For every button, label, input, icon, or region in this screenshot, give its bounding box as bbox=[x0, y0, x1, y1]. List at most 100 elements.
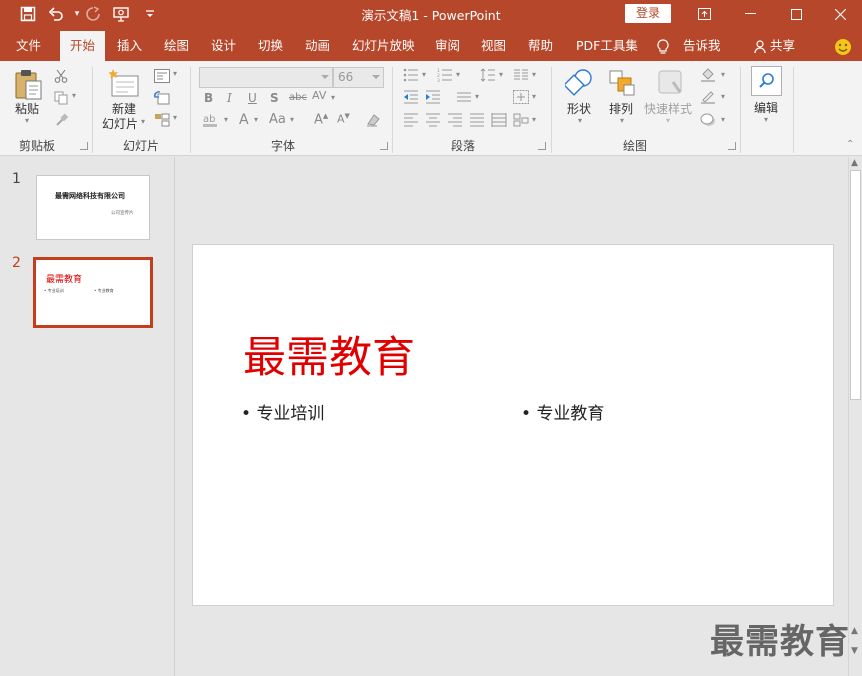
maximize-icon[interactable] bbox=[773, 0, 819, 28]
character-spacing-dropdown-icon[interactable]: ▾ bbox=[331, 93, 335, 102]
customize-icon[interactable] bbox=[139, 3, 161, 25]
ribbon-display-options-icon[interactable] bbox=[681, 0, 727, 28]
quick-styles-icon[interactable] bbox=[655, 67, 687, 99]
editing-label[interactable]: 编辑 bbox=[754, 99, 778, 116]
clear-all-formatting-icon[interactable] bbox=[363, 111, 383, 129]
clipboard-launcher-icon[interactable]: ↘ bbox=[80, 142, 88, 150]
layout-icon[interactable] bbox=[152, 67, 172, 85]
smiley-feedback-icon[interactable] bbox=[832, 31, 854, 61]
paste-icon[interactable] bbox=[12, 67, 44, 101]
tab-file[interactable]: 文件 bbox=[14, 31, 43, 61]
line-spacing-icon[interactable] bbox=[479, 67, 497, 83]
shapes-dropdown-icon[interactable]: ▾ bbox=[578, 116, 582, 125]
shape-effects-icon[interactable] bbox=[699, 112, 717, 128]
increase-indent-icon[interactable] bbox=[424, 89, 442, 105]
cut-icon[interactable] bbox=[52, 67, 70, 85]
start-from-beginning-icon[interactable] bbox=[111, 3, 133, 25]
shapes-label[interactable]: 形状 bbox=[567, 100, 591, 117]
distributed-icon[interactable] bbox=[490, 112, 508, 128]
numbering-dropdown-icon[interactable]: ▾ bbox=[456, 70, 460, 79]
tab-slideshow[interactable]: 幻灯片放映 bbox=[350, 31, 417, 61]
format-painter-icon[interactable] bbox=[52, 111, 70, 129]
scroll-next-slide-icon[interactable]: ▼ bbox=[851, 646, 858, 656]
tell-me-search[interactable]: 告诉我 bbox=[681, 31, 723, 61]
tab-animations[interactable]: 动画 bbox=[303, 31, 332, 61]
tab-transitions[interactable]: 切换 bbox=[256, 31, 285, 61]
section-icon[interactable] bbox=[152, 111, 172, 129]
new-slide-dropdown-icon[interactable]: ▾ bbox=[141, 117, 145, 126]
find-search-icon[interactable] bbox=[751, 66, 782, 96]
arrange-icon[interactable] bbox=[606, 67, 638, 99]
scrollbar-thumb[interactable] bbox=[850, 170, 861, 400]
tab-insert[interactable]: 插入 bbox=[115, 31, 144, 61]
tab-home[interactable]: 开始 bbox=[60, 31, 106, 61]
smartart-dropdown-icon[interactable]: ▾ bbox=[532, 115, 536, 124]
underline-icon[interactable]: U bbox=[248, 91, 257, 105]
font-launcher-icon[interactable]: ↘ bbox=[380, 142, 388, 150]
paste-dropdown-icon[interactable]: ▾ bbox=[25, 116, 29, 125]
share-button[interactable]: 共享 bbox=[768, 31, 797, 61]
editing-dropdown-icon[interactable]: ▾ bbox=[764, 115, 768, 124]
tab-review[interactable]: 审阅 bbox=[433, 31, 462, 61]
paragraph-launcher-icon[interactable]: ↘ bbox=[538, 142, 546, 150]
shape-outline-dropdown-icon[interactable]: ▾ bbox=[721, 92, 725, 101]
decrease-font-size-icon[interactable]: A▼ bbox=[337, 112, 350, 126]
italic-icon[interactable]: I bbox=[227, 91, 232, 105]
shapes-icon[interactable] bbox=[564, 67, 596, 99]
align-left-icon[interactable] bbox=[402, 112, 420, 128]
layout-dropdown-icon[interactable]: ▾ bbox=[173, 69, 177, 78]
text-direction-icon[interactable] bbox=[455, 89, 473, 105]
arrange-label[interactable]: 排列 bbox=[609, 100, 633, 117]
columns-dropdown-icon[interactable]: ▾ bbox=[532, 70, 536, 79]
character-spacing-icon[interactable]: AV bbox=[312, 89, 326, 102]
quick-styles-label[interactable]: 快速样式 bbox=[644, 100, 692, 117]
minimize-icon[interactable] bbox=[727, 0, 773, 28]
bold-icon[interactable]: B bbox=[204, 91, 213, 105]
text-direction-dropdown-icon[interactable]: ▾ bbox=[475, 92, 479, 101]
shape-outline-icon[interactable] bbox=[699, 89, 717, 105]
slide-canvas[interactable]: 最需教育 • 专业培训 • 专业教育 bbox=[192, 244, 834, 606]
scroll-prev-slide-icon[interactable]: ▲ bbox=[851, 626, 858, 636]
copy-icon[interactable] bbox=[52, 89, 70, 107]
collapse-ribbon-icon[interactable]: ⌃ bbox=[846, 139, 854, 150]
clear-formatting-dropdown-icon[interactable]: ▾ bbox=[224, 115, 228, 124]
slide-bullet-2[interactable]: • 专业教育 bbox=[521, 399, 604, 424]
undo-icon[interactable] bbox=[45, 3, 67, 25]
change-case-icon[interactable]: Aa bbox=[269, 112, 286, 127]
bullets-icon[interactable] bbox=[402, 67, 420, 83]
shape-fill-icon[interactable] bbox=[699, 67, 717, 83]
align-right-icon[interactable] bbox=[446, 112, 464, 128]
font-color-icon[interactable]: A bbox=[239, 112, 249, 128]
slide-thumbnail-2[interactable]: 最需教育 • 专业培训 • 专业教育 bbox=[33, 257, 153, 328]
tab-draw[interactable]: 绘图 bbox=[162, 31, 191, 61]
quick-styles-dropdown-icon[interactable]: ▾ bbox=[666, 116, 670, 125]
clear-formatting-icon[interactable]: ab bbox=[201, 111, 221, 129]
font-name-combo[interactable] bbox=[199, 67, 333, 88]
copy-dropdown-icon[interactable]: ▾ bbox=[72, 91, 76, 100]
drawing-launcher-icon[interactable]: ↘ bbox=[728, 142, 736, 150]
decrease-indent-icon[interactable] bbox=[402, 89, 420, 105]
section-dropdown-icon[interactable]: ▾ bbox=[173, 113, 177, 122]
shape-fill-dropdown-icon[interactable]: ▾ bbox=[721, 70, 725, 79]
align-text-dropdown-icon[interactable]: ▾ bbox=[532, 92, 536, 101]
strikethrough-icon[interactable]: abc bbox=[289, 92, 307, 103]
scroll-up-icon[interactable]: ▲ bbox=[851, 158, 858, 168]
close-icon[interactable] bbox=[817, 0, 862, 28]
columns-icon[interactable] bbox=[512, 67, 530, 83]
tab-pdf-tools[interactable]: PDF工具集 bbox=[574, 31, 640, 61]
reset-slide-icon[interactable] bbox=[152, 89, 172, 107]
slide-title[interactable]: 最需教育 bbox=[243, 323, 415, 385]
increase-font-size-icon[interactable]: A▲ bbox=[314, 112, 328, 127]
save-icon[interactable] bbox=[17, 3, 39, 25]
change-case-dropdown-icon[interactable]: ▾ bbox=[290, 115, 294, 124]
tab-help[interactable]: 帮助 bbox=[526, 31, 555, 61]
font-size-combo[interactable]: 66 bbox=[333, 67, 384, 88]
login-button[interactable]: 登录 bbox=[625, 4, 671, 23]
new-slide-label-line2[interactable]: 幻灯片 bbox=[102, 115, 138, 132]
justify-icon[interactable] bbox=[468, 112, 486, 128]
arrange-dropdown-icon[interactable]: ▾ bbox=[620, 116, 624, 125]
font-color-dropdown-icon[interactable]: ▾ bbox=[254, 115, 258, 124]
slide-thumbnail-1[interactable]: 最需网络科技有限公司 公司宣传片 bbox=[36, 175, 150, 240]
tab-view[interactable]: 视图 bbox=[479, 31, 508, 61]
paste-label[interactable]: 粘贴 bbox=[15, 100, 39, 117]
